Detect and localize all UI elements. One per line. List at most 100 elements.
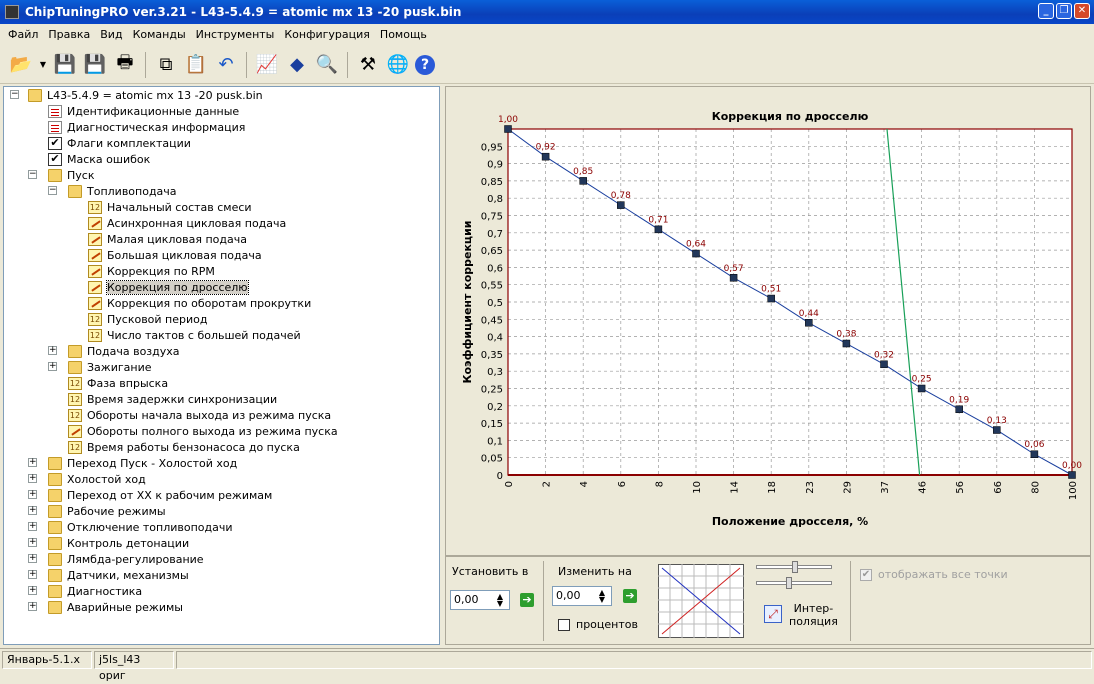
tree-item[interactable]: Переход Пуск - Холостой ход	[48, 455, 237, 471]
tree-item[interactable]: Датчики, механизмы	[48, 567, 189, 583]
tree-item[interactable]: Аварийные режимы	[48, 599, 183, 615]
tree-expand-toggle[interactable]: +	[48, 362, 57, 371]
slider-top-thumb[interactable]	[792, 561, 798, 573]
tree-item[interactable]: Коррекция по оборотам прокрутки	[88, 295, 311, 311]
tree-item[interactable]: 12 Время работы бензонасоса до пуска	[68, 439, 300, 455]
copy-icon[interactable]: ⧉	[153, 52, 179, 78]
print-icon[interactable]: 🖶	[112, 52, 138, 78]
apply-change-button[interactable]: ➔	[623, 589, 637, 603]
paste-icon[interactable]: 📋	[183, 52, 209, 78]
menu-help[interactable]: Помощь	[375, 28, 432, 41]
tree-item[interactable]: Коррекция по дросселю	[88, 279, 249, 295]
tree-expand-toggle[interactable]: +	[28, 602, 37, 611]
minimize-button[interactable]: _	[1038, 3, 1054, 19]
tree-item[interactable]: Рабочие режимы	[48, 503, 166, 519]
tree-item[interactable]: 12 Число тактов с большей подачей	[88, 327, 301, 343]
tree-item-label: Диагностика	[67, 584, 143, 598]
x-tick-label: 8	[654, 481, 665, 487]
tree-item[interactable]: 12 Время задержки синхронизации	[68, 391, 277, 407]
spin-arrows-icon[interactable]: ▲ ▼	[595, 589, 609, 604]
zoom-icon[interactable]: 🔍	[314, 52, 340, 78]
tree-item[interactable]: 12 Пусковой период	[88, 311, 208, 327]
tree-item[interactable]: Холостой ход	[48, 471, 146, 487]
slider-bottom-thumb[interactable]	[786, 577, 792, 589]
menu-edit[interactable]: Правка	[43, 28, 95, 41]
graph-param-icon	[68, 424, 82, 438]
tree-expand-toggle[interactable]: +	[28, 474, 37, 483]
spin-arrows-icon[interactable]: ▲ ▼	[493, 593, 507, 608]
save-icon[interactable]: 💾	[52, 52, 78, 78]
tree-expand-toggle[interactable]: +	[28, 554, 37, 563]
data-point	[692, 249, 700, 258]
network-icon[interactable]: 🌐	[385, 52, 411, 78]
tree-item-label: Пуск	[67, 168, 95, 182]
interpolation-label[interactable]: Интер- поляция	[789, 602, 838, 628]
dropdown-arrow-icon[interactable]: ▼	[38, 52, 48, 78]
tree-expand-toggle[interactable]: +	[28, 522, 37, 531]
tree-item[interactable]: ✔ Флаги комплектации	[48, 135, 191, 151]
set-value-input[interactable]: 0,00 ▲ ▼	[450, 590, 510, 610]
percent-label: процентов	[576, 618, 638, 631]
tree-item[interactable]: Подача воздуха	[68, 343, 180, 359]
tree-expand-toggle[interactable]: +	[28, 490, 37, 499]
tree-item[interactable]: 12 Фаза впрыска	[68, 375, 168, 391]
tree-item[interactable]: Коррекция по RPM	[88, 263, 215, 279]
menu-commands[interactable]: Команды	[128, 28, 191, 41]
tree-item[interactable]: Асинхронная цикловая подача	[88, 215, 286, 231]
tree-item-label: Коррекция по RPM	[107, 264, 215, 278]
save-as-icon[interactable]: 💾	[82, 52, 108, 78]
menu-config[interactable]: Конфигурация	[279, 28, 375, 41]
data-point	[541, 152, 550, 161]
tree-item[interactable]: Зажигание	[68, 359, 151, 375]
tree-item[interactable]: Отключение топливоподачи	[48, 519, 233, 535]
apply-set-button[interactable]: ➔	[520, 593, 534, 607]
x-tick-label: 66	[993, 481, 1004, 494]
tree-item[interactable]: ✔ Маска ошибок	[48, 151, 150, 167]
tree-item[interactable]: Топливоподача	[68, 183, 177, 199]
tree-item[interactable]: Переход от ХХ к рабочим режимам	[48, 487, 272, 503]
tree-item[interactable]: 12 Обороты начала выхода из режима пуска	[68, 407, 331, 423]
parameter-tree[interactable]: L43-5.4.9 = atomic mx 13 -20 pusk.bin − И…	[3, 86, 440, 645]
tree-item[interactable]: Малая цикловая подача	[88, 231, 247, 247]
menu-tools[interactable]: Инструменты	[191, 28, 280, 41]
tree-expand-toggle[interactable]: +	[28, 538, 37, 547]
help-icon[interactable]: ?	[415, 54, 435, 75]
x-tick-label: 80	[1030, 481, 1041, 494]
slider-bottom[interactable]	[756, 581, 832, 585]
info-icon[interactable]: ◆	[284, 52, 310, 78]
tree-expand-toggle[interactable]: +	[28, 506, 37, 515]
tree-expand-toggle[interactable]: +	[28, 458, 37, 467]
tree-item[interactable]: Лямбда-регулирование	[48, 551, 204, 567]
menu-view[interactable]: Вид	[95, 28, 127, 41]
tree-item[interactable]: 12 Начальный состав смеси	[88, 199, 252, 215]
tree-item[interactable]: Диагностическая информация	[48, 119, 245, 135]
change-value-input[interactable]: 0,00 ▲ ▼	[552, 586, 612, 606]
tree-expand-toggle[interactable]: +	[28, 570, 37, 579]
percent-checkbox[interactable]	[558, 619, 570, 631]
open-icon[interactable]: 📂	[8, 52, 34, 78]
tree-item[interactable]: Контроль детонации	[48, 535, 189, 551]
tree-expand-toggle[interactable]: +	[48, 346, 57, 355]
tree-item-label: Переход Пуск - Холостой ход	[67, 456, 238, 470]
tree-expand-toggle[interactable]: +	[28, 586, 37, 595]
document-icon	[48, 104, 62, 118]
menu-file[interactable]: Файл	[3, 28, 43, 41]
tree-root-collapse-toggle[interactable]: −	[10, 90, 19, 99]
chart-svg[interactable]: 0 0,05 0,1 0,15 0,2 0,25 0,3 0,35 0,4 0,45 0,5 0,55…	[446, 87, 1090, 555]
tree-root[interactable]: L43-5.4.9 = atomic mx 13 -20 pusk.bin	[28, 87, 263, 103]
tools-icon[interactable]: ⚒	[355, 52, 381, 78]
show-all-points-checkbox[interactable]: ✔	[860, 569, 872, 581]
restore-button[interactable]: ❐	[1056, 3, 1072, 19]
tree-item[interactable]: Большая цикловая подача	[88, 247, 262, 263]
tree-item[interactable]: Идентификационные данные	[48, 103, 239, 119]
folder-icon	[48, 552, 62, 566]
undo-icon[interactable]: ↶	[213, 52, 239, 78]
chart-icon[interactable]: 📈	[254, 52, 280, 78]
tree-expand-toggle[interactable]: −	[48, 186, 57, 195]
tree-item[interactable]: Пуск	[48, 167, 94, 183]
tree-expand-toggle[interactable]: −	[28, 170, 37, 179]
tree-item[interactable]: Обороты полного выхода из режима пуска	[68, 423, 338, 439]
interpolation-icon[interactable]: ⤢	[764, 605, 782, 623]
close-button[interactable]: ✕	[1074, 3, 1090, 19]
tree-item[interactable]: Диагностика	[48, 583, 142, 599]
